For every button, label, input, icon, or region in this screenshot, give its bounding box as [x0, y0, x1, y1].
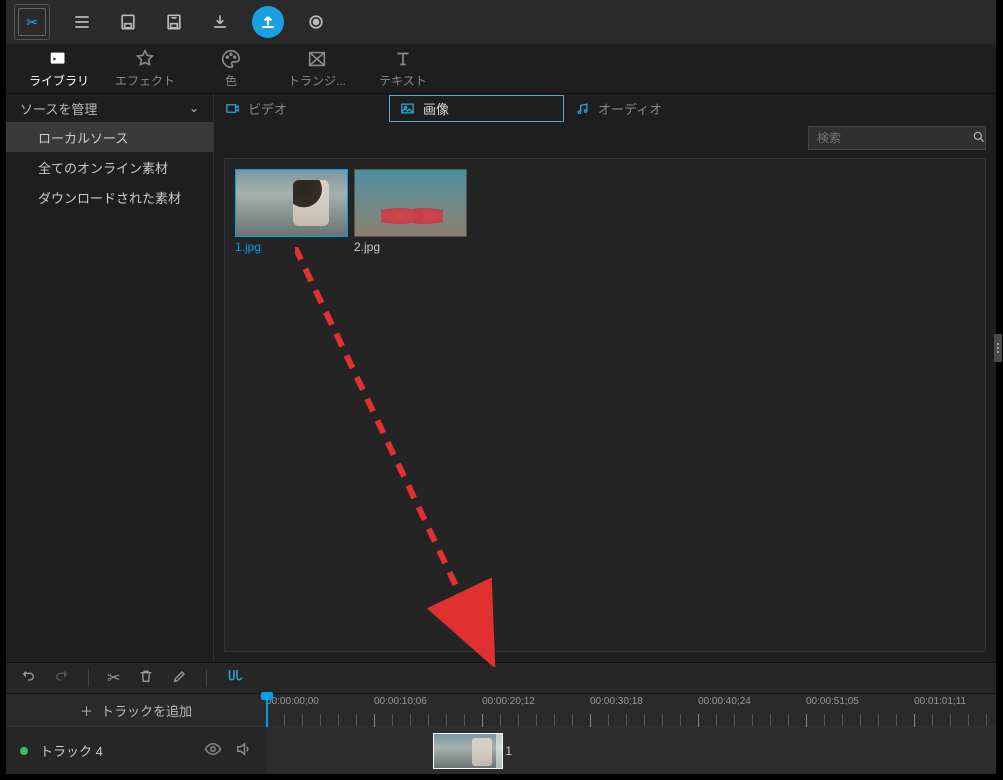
redo-icon[interactable] [54, 668, 70, 689]
sidebar-item-local[interactable]: ローカルソース [6, 122, 213, 152]
track-audio-icon[interactable] [234, 740, 252, 761]
media-type-tabs: ビデオ 画像 オーディオ [214, 94, 996, 122]
source-sidebar: ソースを管理 ⌄ ローカルソース 全てのオンライン素材 ダウンロードされた素材 [6, 94, 214, 662]
track-name: トラック 4 [40, 741, 192, 760]
save-as-icon[interactable] [160, 8, 188, 36]
search-icon [972, 130, 986, 147]
sidebar-item-downloaded[interactable]: ダウンロードされた素材 [6, 182, 213, 212]
export-button[interactable] [252, 6, 284, 38]
filter-tab-audio[interactable]: オーディオ [564, 95, 739, 122]
source-manage-header[interactable]: ソースを管理 ⌄ [6, 94, 213, 122]
track-lane[interactable]: 1 [266, 727, 996, 774]
cut-icon[interactable]: ✂ [107, 668, 120, 688]
undo-icon[interactable] [20, 668, 36, 689]
timeline: ＋ トラックを追加 00:00:00;0000:00:10;0600:00:20… [6, 694, 996, 774]
media-thumb-1[interactable]: 1.jpg [235, 169, 348, 254]
content-panel: ビデオ 画像 オーディオ [214, 94, 996, 662]
app-logo: ✂ [14, 4, 50, 40]
top-toolbar: ✂ [6, 0, 996, 44]
thumb-label: 2.jpg [354, 237, 467, 254]
tab-transition[interactable]: トランジ... [274, 44, 360, 93]
search-input[interactable] [808, 126, 986, 150]
edit-icon[interactable] [172, 668, 188, 689]
media-thumb-2[interactable]: 2.jpg [354, 169, 467, 254]
annotation-arrow [295, 247, 515, 667]
record-icon[interactable] [302, 8, 330, 36]
add-track-button[interactable]: ＋ トラックを追加 [6, 694, 266, 726]
track-header[interactable]: トラック 4 [6, 727, 266, 774]
tab-effects-label: エフェクト [115, 72, 175, 89]
save-icon[interactable] [114, 8, 142, 36]
thumb-label: 1.jpg [235, 237, 348, 254]
main-tabs: ライブラリ エフェクト 色 トランジ... テキスト [6, 44, 996, 94]
tab-text[interactable]: テキスト [360, 44, 446, 93]
tab-library[interactable]: ライブラリ [16, 44, 102, 93]
thumb-image [235, 169, 348, 237]
delete-icon[interactable] [138, 668, 154, 689]
timeline-clip[interactable]: 1 [433, 733, 503, 769]
sidebar-item-online[interactable]: 全てのオンライン素材 [6, 152, 213, 182]
resize-handle[interactable] [994, 334, 1002, 362]
tab-text-label: テキスト [379, 72, 427, 89]
menu-icon[interactable] [68, 8, 96, 36]
tab-color[interactable]: 色 [188, 44, 274, 93]
track-active-dot [20, 747, 28, 755]
plus-icon: ＋ [80, 701, 93, 720]
timeline-toolbar: ✂ [6, 662, 996, 694]
thumb-image [354, 169, 467, 237]
tab-transition-label: トランジ... [288, 72, 346, 89]
filter-tab-image[interactable]: 画像 [389, 95, 564, 122]
filter-tab-video[interactable]: ビデオ [214, 95, 389, 122]
snap-icon[interactable] [225, 667, 243, 690]
tab-library-label: ライブラリ [29, 72, 89, 89]
timeline-ruler[interactable]: 00:00:00;0000:00:10;0600:00:20;1200:00:3… [266, 694, 996, 726]
media-canvas: 1.jpg 2.jpg [224, 158, 986, 652]
chevron-down-icon: ⌄ [189, 101, 199, 115]
track-visibility-icon[interactable] [204, 740, 222, 761]
tab-color-label: 色 [225, 72, 237, 89]
tab-effects[interactable]: エフェクト [102, 44, 188, 93]
download-icon[interactable] [206, 8, 234, 36]
